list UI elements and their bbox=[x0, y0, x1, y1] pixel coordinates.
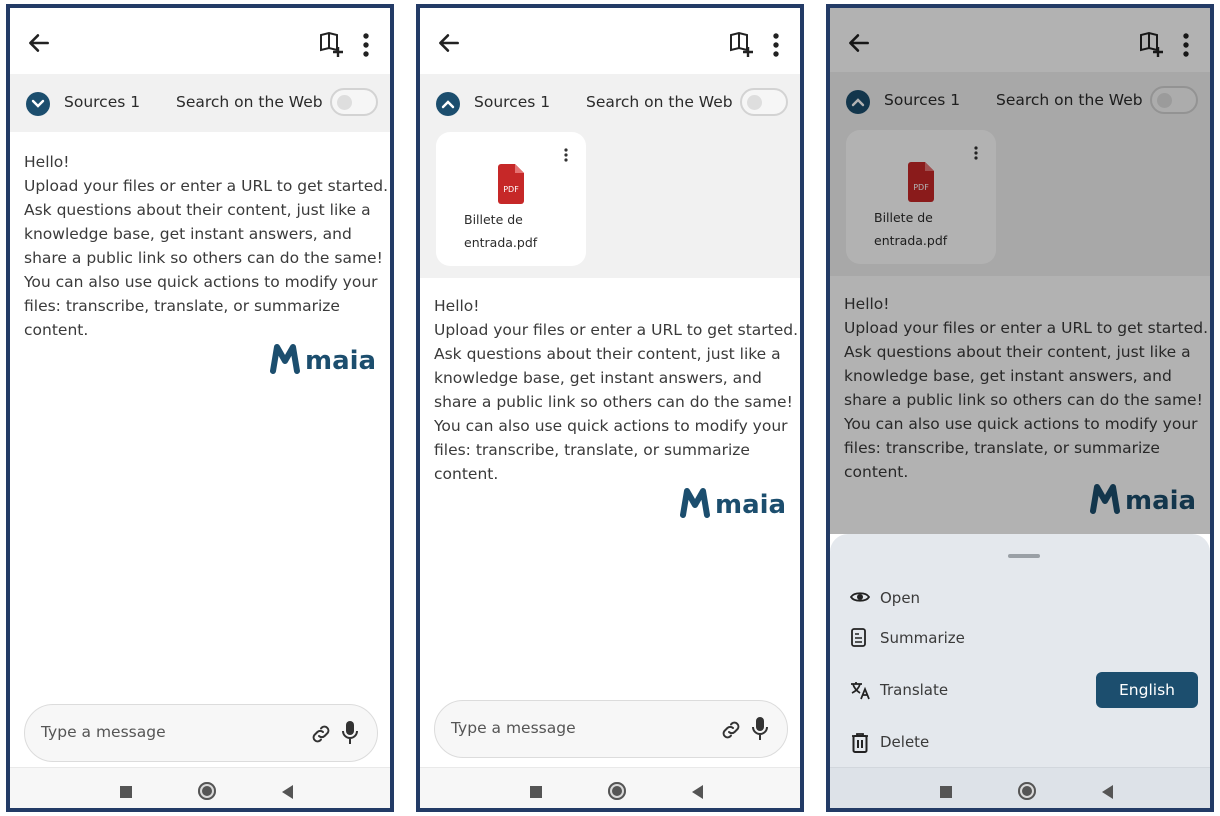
welcome-line: share a public link so others can do the… bbox=[24, 249, 383, 267]
book-plus-icon[interactable] bbox=[728, 30, 756, 58]
message-input[interactable]: Type a message bbox=[41, 723, 166, 741]
search-web-label: Search on the Web bbox=[176, 93, 323, 111]
welcome-line: files: transcribe, translate, or summari… bbox=[434, 441, 750, 459]
maia-logo: maia bbox=[270, 344, 376, 376]
search-web-label: Search on the Web bbox=[586, 93, 733, 111]
welcome-line: knowledge base, get instant answers, and bbox=[24, 225, 352, 243]
recents-button[interactable] bbox=[530, 786, 542, 798]
microphone-icon[interactable] bbox=[341, 720, 359, 746]
maia-logo: maia bbox=[680, 488, 786, 520]
translate-label: Translate bbox=[880, 681, 949, 699]
file-actions-sheet: Open Summarize Translate English Delete bbox=[830, 534, 1210, 808]
summarize-label: Summarize bbox=[880, 629, 965, 647]
message-composer[interactable]: Type a message bbox=[24, 704, 378, 762]
welcome-line: You can also use quick actions to modify… bbox=[24, 273, 378, 291]
vertical-dots-icon[interactable] bbox=[362, 32, 370, 58]
home-button[interactable] bbox=[198, 782, 216, 800]
welcome-line: files: transcribe, translate, or summari… bbox=[24, 297, 340, 315]
arrow-left-icon[interactable] bbox=[26, 30, 52, 56]
pdf-file-icon: PDF bbox=[498, 164, 524, 204]
book-plus-icon[interactable] bbox=[318, 30, 346, 58]
chevron-up-icon bbox=[441, 100, 455, 109]
microphone-icon[interactable] bbox=[751, 716, 769, 742]
translate-icon bbox=[851, 682, 870, 700]
message-input[interactable]: Type a message bbox=[451, 719, 576, 737]
welcome-line: Upload your files or enter a URL to get … bbox=[434, 321, 799, 339]
sources-panel: PDF Billete de entrada.pdf bbox=[420, 132, 800, 278]
file-name: Billete de entrada.pdf bbox=[464, 212, 538, 250]
welcome-line: You can also use quick actions to modify… bbox=[434, 417, 788, 435]
link-icon[interactable] bbox=[309, 722, 333, 746]
welcome-message: Hello! Upload your files or enter a URL … bbox=[434, 294, 798, 486]
welcome-line: content. bbox=[434, 465, 499, 483]
welcome-line: content. bbox=[24, 321, 89, 339]
maia-logo-text: maia bbox=[305, 346, 376, 376]
welcome-line: Hello! bbox=[24, 153, 70, 171]
welcome-line: Ask questions about their content, just … bbox=[434, 345, 781, 363]
app-bar bbox=[420, 8, 800, 74]
phone-screen-file-actions: Sources 1 Search on the Web PDF Billete … bbox=[826, 4, 1214, 812]
phone-screen-expanded: Sources 1 Search on the Web PDF Billete … bbox=[416, 4, 804, 812]
delete-label: Delete bbox=[880, 733, 930, 751]
system-back-button[interactable] bbox=[692, 785, 703, 799]
system-back-button[interactable] bbox=[282, 785, 293, 799]
system-nav-bar bbox=[420, 767, 800, 808]
language-selector-button[interactable]: English bbox=[1096, 672, 1198, 708]
system-nav-bar bbox=[10, 767, 390, 808]
file-options-icon[interactable] bbox=[564, 148, 568, 162]
link-icon[interactable] bbox=[719, 718, 743, 742]
home-button[interactable] bbox=[1018, 782, 1036, 800]
expand-sources-button[interactable] bbox=[26, 92, 50, 116]
sources-bar: Sources 1 Search on the Web bbox=[420, 74, 800, 132]
welcome-line: knowledge base, get instant answers, and bbox=[434, 369, 762, 387]
system-back-button[interactable] bbox=[1102, 785, 1113, 799]
message-composer[interactable]: Type a message bbox=[434, 700, 788, 758]
modal-scrim[interactable] bbox=[830, 8, 1210, 534]
svg-text:PDF: PDF bbox=[503, 185, 519, 194]
document-icon bbox=[851, 628, 866, 647]
sources-bar: Sources 1 Search on the Web bbox=[10, 74, 390, 132]
eye-icon bbox=[850, 592, 870, 602]
sources-label: Sources 1 bbox=[474, 93, 551, 111]
search-web-toggle[interactable] bbox=[740, 88, 788, 116]
search-web-toggle[interactable] bbox=[330, 88, 378, 116]
vertical-dots-icon[interactable] bbox=[772, 32, 780, 58]
file-card[interactable]: PDF Billete de entrada.pdf bbox=[436, 132, 586, 266]
open-label: Open bbox=[880, 589, 921, 607]
recents-button[interactable] bbox=[120, 786, 132, 798]
phone-screen-collapsed: Sources 1 Search on the Web Hello! Uploa… bbox=[6, 4, 394, 812]
trash-icon bbox=[852, 733, 868, 753]
recents-button[interactable] bbox=[940, 786, 952, 798]
sheet-drag-handle[interactable] bbox=[1008, 554, 1040, 558]
welcome-line: Ask questions about their content, just … bbox=[24, 201, 371, 219]
home-button[interactable] bbox=[608, 782, 626, 800]
maia-logo-text: maia bbox=[715, 490, 786, 520]
chevron-down-icon bbox=[31, 99, 45, 108]
sources-label: Sources 1 bbox=[64, 93, 141, 111]
collapse-sources-button[interactable] bbox=[436, 92, 460, 116]
welcome-line: Hello! bbox=[434, 297, 480, 315]
system-nav-bar bbox=[830, 767, 1210, 808]
welcome-line: Upload your files or enter a URL to get … bbox=[24, 177, 389, 195]
welcome-message: Hello! Upload your files or enter a URL … bbox=[24, 150, 388, 342]
welcome-line: share a public link so others can do the… bbox=[434, 393, 793, 411]
arrow-left-icon[interactable] bbox=[436, 30, 462, 56]
app-bar bbox=[10, 8, 390, 74]
